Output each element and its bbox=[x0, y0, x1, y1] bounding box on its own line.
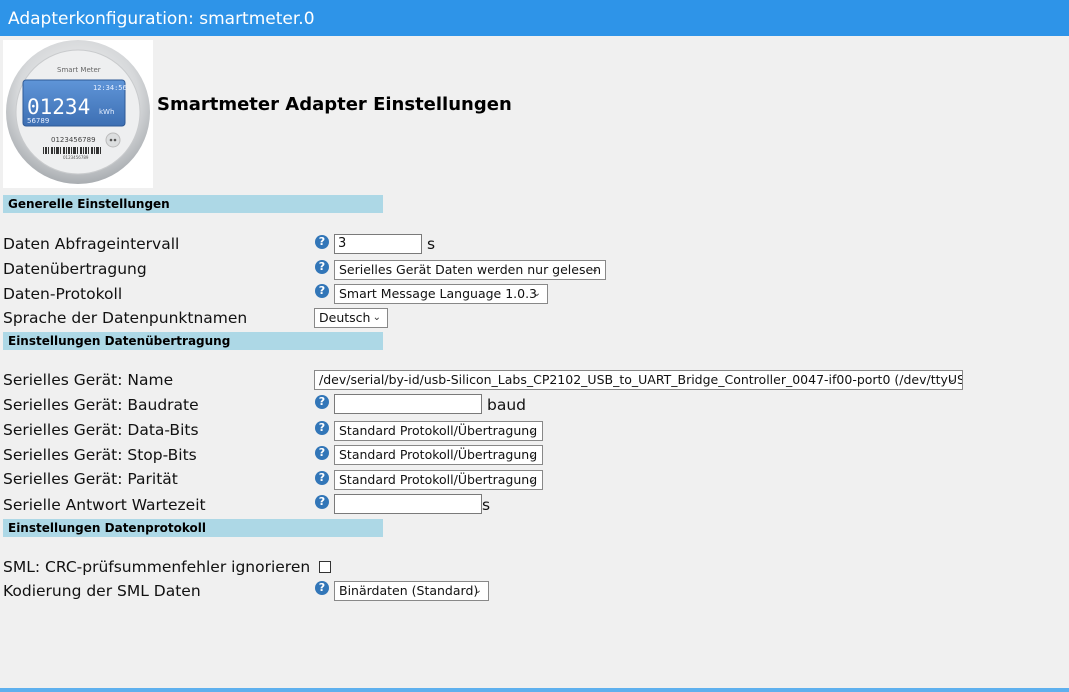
help-icon[interactable]: ? bbox=[315, 471, 329, 485]
help-icon[interactable]: ? bbox=[315, 446, 329, 460]
databits-select[interactable]: Standard Protokoll/Übertragung ⌄ bbox=[334, 421, 543, 441]
window-title: Adapterkonfiguration: smartmeter.0 bbox=[0, 0, 1069, 36]
databits-label: Serielles Gerät: Data-Bits bbox=[3, 421, 199, 439]
help-icon[interactable]: ? bbox=[315, 260, 329, 274]
protocol-label: Daten-Protokoll bbox=[3, 285, 123, 303]
chevron-down-icon: ⌄ bbox=[590, 264, 599, 275]
interval-input[interactable]: 3 bbox=[334, 234, 422, 254]
stopbits-select-value: Standard Protokoll/Übertragung bbox=[339, 447, 538, 462]
baud-label: Serielles Gerät: Baudrate bbox=[3, 396, 199, 414]
encoding-select-value: Binärdaten (Standard) bbox=[339, 583, 479, 598]
chevron-down-icon: ⌄ bbox=[532, 288, 541, 299]
section-transfer-header: Einstellungen Datenübertragung bbox=[3, 332, 383, 350]
protocol-select-value: Smart Message Language 1.0.3 bbox=[339, 286, 538, 301]
help-icon[interactable]: ? bbox=[315, 395, 329, 409]
encoding-label: Kodierung der SML Daten bbox=[3, 582, 201, 600]
interval-unit: s bbox=[427, 235, 436, 253]
chevron-down-icon: ⌄ bbox=[527, 425, 536, 436]
logo-unit: kWh bbox=[99, 108, 114, 116]
chevron-down-icon: ⌄ bbox=[372, 312, 381, 323]
serial-name-select[interactable]: /dev/serial/by-id/usb-Silicon_Labs_CP210… bbox=[314, 370, 963, 390]
help-icon[interactable]: ? bbox=[315, 284, 329, 298]
databits-select-value: Standard Protokoll/Übertragung bbox=[339, 423, 538, 438]
parity-select[interactable]: Standard Protokoll/Übertragung ⌄ bbox=[334, 470, 543, 490]
interval-label: Daten Abfrageintervall bbox=[3, 235, 180, 253]
section-general-header: Generelle Einstellungen bbox=[3, 195, 383, 213]
crc-label: SML: CRC-prüfsummenfehler ignorieren bbox=[3, 558, 311, 576]
transfer-select-value: Serielles Gerät Daten werden nur gelesen bbox=[339, 262, 602, 277]
stopbits-label: Serielles Gerät: Stop-Bits bbox=[3, 446, 197, 464]
logo-serial: 0123456789 bbox=[51, 136, 96, 144]
chevron-down-icon: ⌄ bbox=[473, 585, 482, 596]
transfer-select[interactable]: Serielles Gerät Daten werden nur gelesen… bbox=[334, 260, 606, 280]
smartmeter-logo: Smart Meter 12:34:56 01234 kWh 56789 012… bbox=[3, 40, 153, 188]
stopbits-select[interactable]: Standard Protokoll/Übertragung ⌄ bbox=[334, 445, 543, 465]
transfer-label: Datenübertragung bbox=[3, 260, 147, 278]
chevron-down-icon: ⌄ bbox=[527, 474, 536, 485]
chevron-down-icon: ⌄ bbox=[527, 449, 536, 460]
baud-unit: baud bbox=[487, 396, 526, 414]
bottom-bar bbox=[0, 688, 1069, 692]
language-label: Sprache der Datenpunktnamen bbox=[3, 309, 248, 327]
logo-sub: 56789 bbox=[27, 117, 49, 125]
serial-name-label: Serielles Gerät: Name bbox=[3, 371, 174, 389]
serial-name-select-value: /dev/serial/by-id/usb-Silicon_Labs_CP210… bbox=[319, 372, 963, 387]
help-icon[interactable]: ? bbox=[315, 581, 329, 595]
wait-input[interactable] bbox=[334, 494, 482, 514]
language-select-value: Deutsch bbox=[319, 310, 371, 325]
page-title: Smartmeter Adapter Einstellungen bbox=[157, 94, 512, 115]
language-select[interactable]: Deutsch ⌄ bbox=[314, 308, 388, 328]
protocol-select[interactable]: Smart Message Language 1.0.3 ⌄ bbox=[334, 284, 548, 304]
crc-checkbox[interactable] bbox=[319, 561, 331, 573]
logo-brand: Smart Meter bbox=[57, 66, 101, 74]
help-icon[interactable]: ? bbox=[315, 495, 329, 509]
baud-input[interactable] bbox=[334, 394, 482, 414]
help-icon[interactable]: ? bbox=[315, 235, 329, 249]
logo-time: 12:34:56 bbox=[93, 84, 127, 92]
encoding-select[interactable]: Binärdaten (Standard) ⌄ bbox=[334, 581, 489, 601]
chevron-down-icon: ⌄ bbox=[947, 374, 956, 385]
logo-barcode-text: 0123456789 bbox=[63, 155, 89, 160]
parity-select-value: Standard Protokoll/Übertragung bbox=[339, 472, 538, 487]
logo-reading: 01234 bbox=[27, 95, 90, 119]
wait-unit: s bbox=[482, 496, 491, 514]
wait-label: Serielle Antwort Wartezeit bbox=[3, 496, 206, 514]
section-protocol-header: Einstellungen Datenprotokoll bbox=[3, 519, 383, 537]
parity-label: Serielles Gerät: Parität bbox=[3, 470, 178, 488]
help-icon[interactable]: ? bbox=[315, 421, 329, 435]
